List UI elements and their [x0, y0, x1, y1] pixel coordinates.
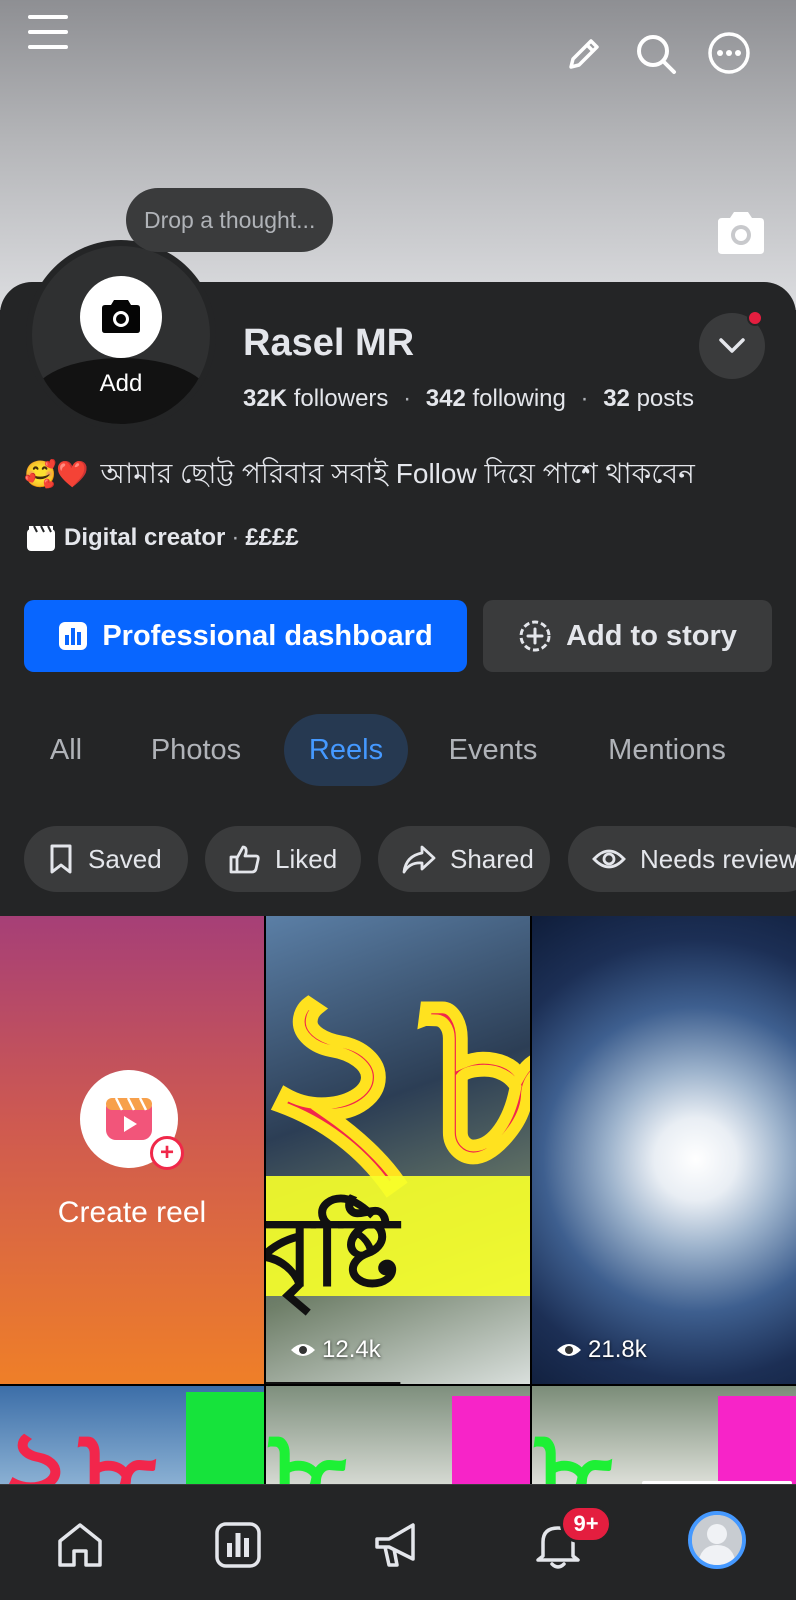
create-reel-label: Create reel	[57, 1196, 207, 1229]
add-to-story-button[interactable]: Add to story	[483, 600, 772, 672]
separator-dot: ·	[231, 524, 240, 551]
more-icon[interactable]	[702, 26, 756, 80]
dashboard-icon	[58, 621, 88, 651]
dashboard-label: Professional dashboard	[102, 619, 433, 652]
category-label: Digital creator	[64, 524, 226, 551]
separator-dot: ·	[403, 385, 412, 412]
posts-count: 32	[603, 385, 630, 412]
separator-dot: ·	[580, 385, 589, 412]
thought-placeholder: Drop a thought...	[144, 206, 316, 233]
chip-label: Needs review	[640, 843, 796, 874]
chip-needs-review[interactable]: Needs review	[568, 826, 796, 892]
chip-label: Shared	[450, 843, 534, 874]
reel-thumbnail[interactable]: 21.8k	[532, 916, 796, 1384]
thumbnail-art	[186, 1392, 264, 1484]
chip-shared[interactable]: Shared	[378, 826, 550, 892]
add-story-label: Add to story	[566, 619, 737, 652]
profile-avatar[interactable]: Add	[32, 246, 210, 424]
thumbnail-art: ৮	[534, 1404, 612, 1484]
thumbnail-art	[718, 1396, 796, 1484]
followers-label[interactable]: followers	[294, 385, 389, 412]
bookmark-icon	[48, 844, 74, 874]
profile-name: Rasel MR	[243, 322, 415, 364]
bottom-nav: 9+	[0, 1484, 796, 1600]
followers-count[interactable]: 32K	[243, 385, 287, 412]
tab-all[interactable]: All	[28, 714, 104, 786]
reel-thumbnail[interactable]: ২৮ বৃষ্টি বজ্র 12.4k	[266, 916, 530, 1384]
profile-bio: 🥰❤️ আমার ছোট্ট পরিবার সবাই Follow দিয়ে …	[24, 452, 695, 499]
pencil-icon[interactable]	[558, 30, 608, 80]
price-range: ££££	[245, 524, 299, 551]
view-count-label: 12.4k	[322, 1336, 381, 1363]
notifications-badge: 9+	[560, 1505, 612, 1543]
thought-bubble[interactable]: Drop a thought...	[126, 188, 334, 252]
reel-thumbnail[interactable]: ৮	[266, 1386, 530, 1484]
filter-chips: Saved Liked Shared Needs review	[0, 826, 796, 892]
thumbnail-art: ৮	[268, 1404, 346, 1484]
cover-camera-icon[interactable]	[714, 210, 768, 256]
tab-mentions[interactable]: Mentions	[590, 714, 744, 786]
notification-dot	[747, 310, 763, 326]
bio-text: আমার ছোট্ট পরিবার সবাই Follow দিয়ে পাশে…	[100, 458, 695, 489]
chip-label: Liked	[275, 843, 338, 874]
create-reel-tile[interactable]: + Create reel	[0, 916, 264, 1384]
eye-icon	[556, 1341, 582, 1359]
avatar-add-label: Add	[99, 370, 143, 397]
following-label[interactable]: following	[472, 385, 565, 412]
thumbs-up-icon	[229, 844, 261, 874]
eye-icon	[290, 1341, 316, 1359]
bio-emoji: 🥰❤️	[24, 459, 89, 489]
view-count-label: 21.8k	[588, 1336, 647, 1363]
thumbnail-art	[452, 1396, 530, 1484]
add-story-icon	[518, 619, 552, 653]
search-icon[interactable]	[630, 28, 682, 80]
content-tabs: All Photos Reels Events Mentions	[0, 714, 796, 786]
reel-thumbnail[interactable]: ৮	[532, 1386, 796, 1484]
following-count[interactable]: 342	[426, 385, 466, 412]
chevron-down-icon	[719, 338, 745, 353]
hamburger-icon[interactable]	[24, 10, 72, 54]
share-icon	[402, 844, 436, 874]
plus-icon: +	[150, 1136, 184, 1170]
camera-icon[interactable]	[80, 276, 162, 358]
chip-label: Saved	[88, 843, 162, 874]
profile-category: Digital creator · ££££	[26, 524, 299, 552]
clapperboard-icon	[27, 525, 55, 551]
reels-grid: + Create reel ২৮ বৃষ্টি বজ্র 12.4k 21.8k…	[0, 916, 796, 1484]
tab-events[interactable]: Events	[436, 714, 550, 786]
profile-stats: 32K followers · 342 following · 32 posts	[243, 385, 694, 413]
megaphone-icon[interactable]	[366, 1513, 430, 1577]
dashboard-icon[interactable]	[206, 1513, 270, 1577]
tab-photos[interactable]: Photos	[134, 714, 258, 786]
eye-icon	[592, 847, 626, 871]
chip-saved[interactable]: Saved	[24, 826, 188, 892]
posts-label: posts	[636, 385, 694, 412]
tab-reels[interactable]: Reels	[284, 714, 408, 786]
thumbnail-art: ২৮	[0, 1404, 156, 1484]
view-count: 12.4k	[290, 1336, 381, 1364]
view-count: 21.8k	[556, 1336, 647, 1364]
chip-liked[interactable]: Liked	[205, 826, 361, 892]
home-icon[interactable]	[48, 1513, 112, 1577]
reel-thumbnail[interactable]: ২৮	[0, 1386, 264, 1484]
professional-dashboard-button[interactable]: Professional dashboard	[24, 600, 467, 672]
profile-avatar[interactable]	[688, 1511, 746, 1569]
